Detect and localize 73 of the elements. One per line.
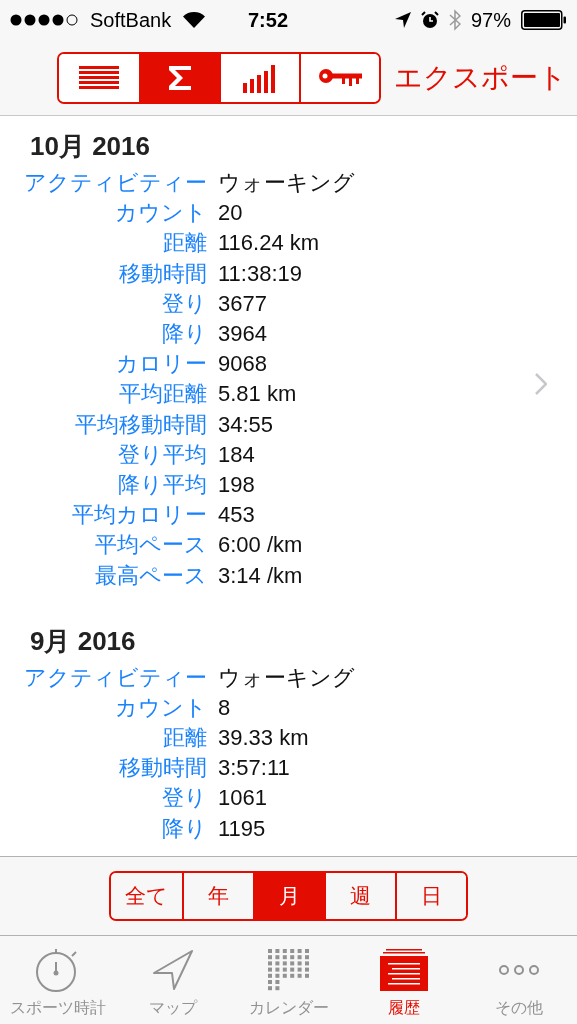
tab-bar-item[interactable]: 履歴: [346, 936, 462, 1024]
stat-value: ウォーキング: [218, 169, 355, 198]
bluetooth-icon: [448, 9, 461, 31]
key-icon: [318, 68, 362, 88]
stat-value: 116.24 km: [218, 229, 320, 258]
stat-value: 8: [218, 693, 231, 722]
stat-value: 5.81 km: [218, 380, 297, 409]
stat-value: 6:00 /km: [218, 531, 303, 560]
month-heading: 9月 2016: [29, 624, 137, 658]
more-icon: [498, 964, 541, 976]
export-button[interactable]: エクスポート: [394, 57, 567, 99]
stat-value: 453: [218, 501, 255, 530]
carrier-name: SoftBank: [90, 8, 172, 33]
stat-label: カウント: [114, 199, 207, 228]
stat-label: 距離: [162, 724, 207, 753]
sigma-icon: [167, 64, 193, 92]
stat-label: カウント: [114, 693, 207, 722]
battery-percent: 97%: [470, 8, 511, 33]
stat-label: 登り平均: [117, 440, 207, 469]
stat-value: 198: [218, 470, 255, 499]
status-time: 7:52: [248, 8, 289, 33]
stat-label: 登り: [161, 784, 207, 813]
stat-value: 3:57:11: [218, 754, 290, 783]
toolbar-segment[interactable]: [139, 54, 219, 102]
stat-value: 3964: [218, 320, 267, 349]
tab-bar-item[interactable]: カレンダー: [230, 936, 347, 1024]
stat-value: 3677: [218, 289, 267, 318]
stat-label: 平均距離: [118, 380, 207, 409]
tab-bar-item[interactable]: スポーツ時計: [0, 936, 116, 1024]
stat-value: 1195: [218, 814, 266, 843]
stat-label: 登り: [161, 289, 207, 318]
stat-value: 11:38:19: [218, 259, 302, 288]
navigation-arrow-icon: [152, 949, 195, 991]
alarm-clock-icon: [420, 11, 439, 29]
stat-value: 39.33 km: [218, 724, 309, 753]
toolbar-segment[interactable]: [299, 54, 379, 102]
calendar-grid-icon: [267, 949, 310, 991]
stat-label: カロリー: [115, 350, 207, 379]
stat-label: 降り: [161, 814, 207, 843]
tab-bar-item[interactable]: その他: [461, 936, 577, 1024]
period-segmented-control[interactable]: 全て 年 月 週 日: [109, 871, 468, 921]
location-arrow-icon: [394, 12, 411, 28]
toolbar-segment[interactable]: [59, 54, 139, 102]
stat-label: 最高ペース: [94, 561, 207, 590]
period-segment[interactable]: 日: [395, 873, 466, 919]
stat-label: 平均カロリー: [71, 501, 207, 530]
stat-value: 34:55: [218, 410, 274, 439]
stat-label: 平均移動時間: [74, 410, 207, 439]
signal-icon: [10, 14, 80, 26]
list-icon: [79, 65, 119, 91]
period-segment[interactable]: 月: [253, 873, 324, 919]
view-segmented-control[interactable]: [57, 52, 381, 104]
bar-chart-icon: [243, 63, 277, 93]
wifi-icon: [183, 12, 206, 28]
tab-bar-item[interactable]: マップ: [115, 936, 231, 1024]
battery-icon: [521, 10, 567, 30]
stat-label: 距離: [162, 229, 207, 258]
stat-label: 平均ペース: [94, 531, 207, 560]
stat-label: アクティビティー: [23, 169, 207, 198]
stat-label: アクティビティー: [23, 663, 207, 692]
history-list-icon: [379, 949, 428, 991]
stat-label: 降り: [161, 320, 207, 349]
month-heading: 10月 2016: [29, 130, 151, 163]
stat-label: 移動時間: [118, 754, 207, 783]
stat-value: 9068: [218, 350, 267, 379]
stat-value: 184: [218, 440, 255, 469]
stat-label: 移動時間: [118, 259, 207, 288]
stat-value: ウォーキング: [218, 663, 355, 692]
toolbar-segment[interactable]: [219, 54, 299, 102]
stat-value: 1061: [218, 784, 267, 813]
stat-value: 20: [218, 199, 243, 228]
stat-value: 3:14 /km: [218, 561, 303, 590]
stat-label: 降り平均: [117, 470, 207, 499]
